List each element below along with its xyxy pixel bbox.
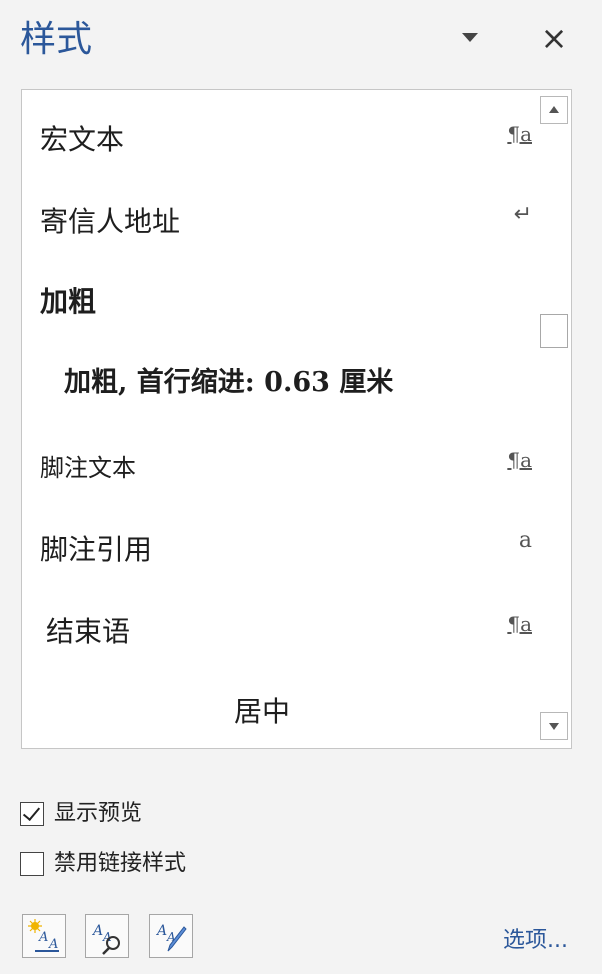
scroll-thumb[interactable] [540, 314, 568, 348]
show-preview-label: 显示预览 [54, 801, 143, 826]
manage-styles-icon: A A [155, 923, 187, 952]
character-style-icon: a [518, 528, 532, 553]
styles-list: 宏文本 ¶a 寄信人地址 ↵ 加粗 加粗, 首行缩进: 0.63 厘米 脚注文本… [21, 89, 572, 749]
disable-linked-styles-checkbox[interactable] [20, 852, 44, 876]
svg-text:A: A [48, 937, 58, 952]
show-preview-checkbox[interactable] [20, 802, 44, 826]
style-inspector-button[interactable]: A A [85, 914, 129, 958]
style-item-label: 寄信人地址 [40, 205, 181, 238]
style-item-footnote-reference[interactable]: 脚注引用 a [22, 504, 532, 586]
close-icon: × [540, 19, 568, 57]
linked-style-icon: ¶a [507, 122, 532, 146]
style-item-bold-first-indent[interactable]: 加粗, 首行缩进: 0.63 厘米 [22, 340, 532, 422]
options-link[interactable]: 选项... [503, 922, 568, 954]
style-item-label: 脚注引用 [40, 533, 153, 566]
scroll-up-button[interactable] [540, 96, 568, 124]
linked-style-icon: ¶a [507, 612, 532, 636]
style-item-label: 结束语 [46, 615, 131, 648]
style-item-center[interactable]: 居中 [22, 668, 532, 748]
manage-styles-button[interactable]: A A [149, 914, 193, 958]
pane-title: 样式 [20, 19, 93, 60]
vertical-scrollbar[interactable] [538, 90, 571, 748]
scroll-down-button[interactable] [540, 712, 568, 740]
disable-linked-styles-label: 禁用链接样式 [54, 851, 187, 876]
style-inspector-icon: A A [91, 923, 120, 955]
style-item-label: 居中 [234, 695, 291, 728]
new-style-button[interactable]: A A [22, 914, 66, 958]
style-item-macro-text[interactable]: 宏文本 ¶a [22, 94, 532, 176]
style-item-label: 宏文本 [40, 123, 125, 156]
style-item-bold[interactable]: 加粗 [22, 258, 532, 340]
paragraph-style-icon: ↵ [513, 202, 532, 227]
style-item-label: 加粗 [40, 285, 97, 318]
pane-options-dropdown[interactable] [456, 28, 484, 48]
style-item-return-address[interactable]: 寄信人地址 ↵ [22, 176, 532, 258]
svg-text:A: A [155, 923, 167, 939]
svg-text:A: A [38, 930, 48, 945]
linked-style-icon: ¶a [507, 448, 532, 472]
style-item-footnote-text[interactable]: 脚注文本 ¶a [22, 422, 532, 504]
style-item-closing[interactable]: 结束语 ¶a [22, 586, 532, 668]
new-style-icon: A A [28, 919, 59, 952]
svg-text:A: A [91, 923, 103, 939]
style-item-label: 加粗, 首行缩进: 0.63 厘米 [64, 367, 394, 398]
style-item-label: 脚注文本 [40, 454, 136, 482]
close-button[interactable]: × [538, 22, 570, 54]
